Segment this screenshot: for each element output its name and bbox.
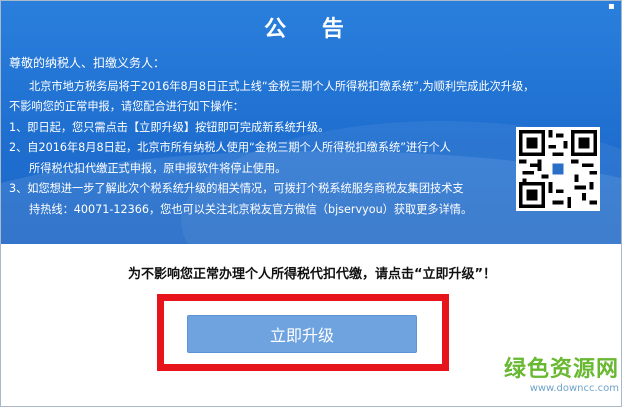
list-item: 2、自2016年8月8日起，北京市所有纳税人使用“金税三期个人所得税扣缴系统”进… (9, 141, 451, 154)
list-item-continued: 所得税代扣代缴正式申报，原申报软件将停止使用。 (29, 161, 287, 175)
announcement-window: ▪ 公 告 尊敬的纳税人、扣缴义务人： 北京市地方税务局将于2016年8月8日正… (0, 0, 622, 407)
list-item: 3、如您想进一步了解此次个税系统升级的相关情况，可拨打个税系统服务商税友集团技术… (9, 182, 464, 195)
upgrade-now-button[interactable]: 立即升级 (187, 315, 417, 353)
announcement-title: 公 告 (264, 17, 358, 42)
paragraph-line: 北京市地方税务局将于2016年8月8日正式上线“金税三期个人所得税扣缴系统”,为… (29, 79, 535, 93)
site-watermark: 绿色资源网 www.downcc.com (479, 351, 619, 394)
wechat-qr-code (516, 127, 600, 211)
watermark-url: www.downcc.com (529, 383, 619, 394)
qr-code-icon (519, 130, 597, 208)
greeting: 尊敬的纳税人、扣缴义务人： (9, 56, 166, 70)
list-item-continued: 持热线：40071-12366，您也可以关注北京税友官方微信（bjservyou… (29, 202, 473, 216)
upgrade-notice: 为不影响您正常办理个人所得税代扣代缴，请点击“立即升级”！ (127, 267, 497, 282)
watermark-name: 绿色资源网 (503, 357, 619, 382)
announcement-banner: ▪ 公 告 尊敬的纳税人、扣缴义务人： 北京市地方税务局将于2016年8月8日正… (1, 1, 621, 244)
list-item: 1、即日起，您只需点击【立即升级】按钮即可完成新系统升级。 (9, 120, 330, 134)
paragraph-line: 不影响您的正常申报，请您配合进行如下操作： (9, 100, 244, 113)
announcement-body: 尊敬的纳税人、扣缴义务人： 北京市地方税务局将于2016年8月8日正式上线“金税… (9, 53, 535, 220)
